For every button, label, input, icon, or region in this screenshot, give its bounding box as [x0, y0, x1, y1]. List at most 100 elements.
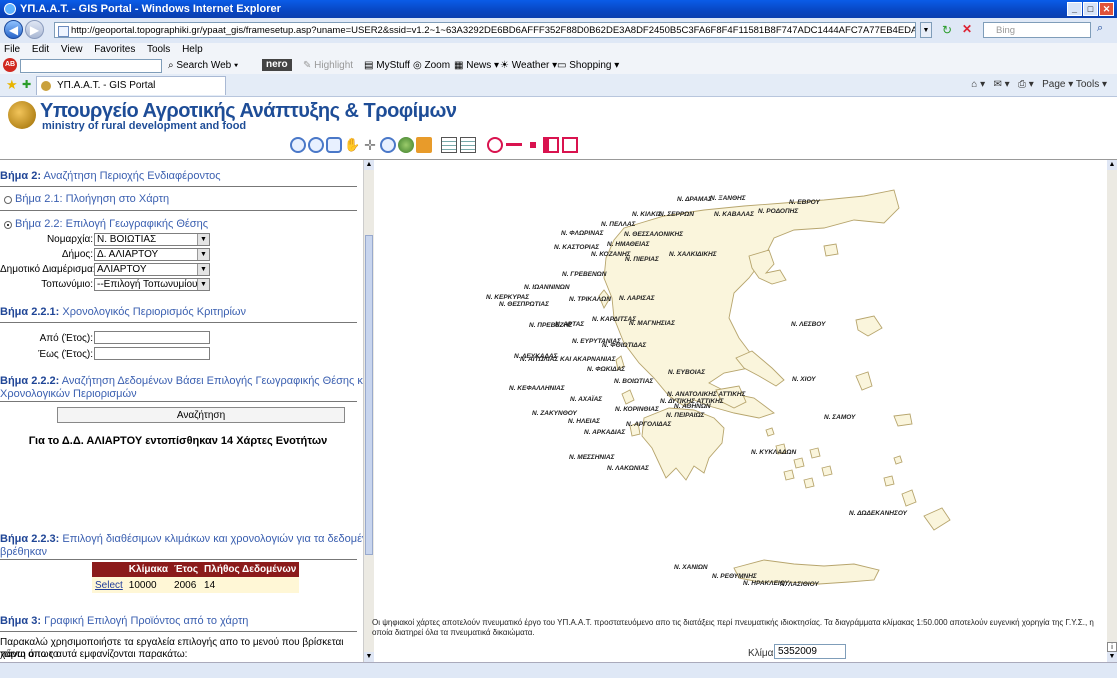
- toolbar-search-input[interactable]: [20, 59, 162, 73]
- shopping-button[interactable]: ▭ Shopping ▾: [557, 60, 619, 71]
- browser-toolbar: AB ⌕ Search Web ▾ nero ✎ Highlight ▤ MyS…: [0, 57, 1117, 75]
- map-label: Ν. ΛΑΣΙΘΙΟΥ: [780, 581, 819, 588]
- menu-help[interactable]: Help: [182, 44, 203, 55]
- search-web-button[interactable]: ⌕ Search Web ▾: [168, 60, 238, 71]
- from-year-input[interactable]: [94, 331, 210, 344]
- scroll-down-icon[interactable]: ▼: [1107, 652, 1117, 662]
- window-titlebar: ΥΠ.Α.Α.Τ. - GIS Portal - Windows Interne…: [0, 0, 1117, 18]
- nomarchia-select[interactable]: Ν. ΒΟΙΩΤΙΑΣ ▼: [94, 233, 210, 246]
- select-link[interactable]: Select: [95, 580, 123, 591]
- menu-bar: File Edit View Favorites Tools Help: [0, 43, 1117, 57]
- scroll-down-icon[interactable]: ▼: [364, 652, 374, 662]
- map-label: Ν. ΕΒΡΟΥ: [789, 199, 820, 206]
- layers-icon[interactable]: [441, 137, 457, 153]
- divider: [0, 186, 357, 187]
- map-label: Ν. ΓΡΕΒΕΝΩΝ: [562, 271, 607, 278]
- step22-label[interactable]: Βήμα 2.2: Επιλογή Γεωγραφικής Θέσης: [15, 218, 208, 230]
- search-input[interactable]: Bing: [983, 22, 1091, 38]
- step221-heading: Βήμα 2.2.1: Χρονολογικός Περιορισμός Κρι…: [0, 306, 247, 318]
- minimize-button[interactable]: _: [1067, 2, 1082, 16]
- pan-hand-icon[interactable]: ✋: [344, 137, 360, 153]
- weather-button[interactable]: ☀ Weather ▾: [500, 60, 557, 71]
- scroll-up-icon[interactable]: ▲: [364, 160, 374, 170]
- forward-button[interactable]: ▶: [25, 20, 44, 39]
- zoom-button[interactable]: ◎ Zoom: [413, 60, 450, 71]
- select-point-icon[interactable]: [525, 137, 541, 153]
- step21-radio[interactable]: [4, 196, 12, 204]
- info-icon[interactable]: i: [1107, 642, 1117, 652]
- map-label: Ν. ΗΜΑΘΕΙΑΣ: [607, 241, 650, 248]
- dd-select[interactable]: ΑΛΙΑΡΤΟΥ ▼: [94, 263, 210, 276]
- menu-tools[interactable]: Tools: [147, 44, 170, 55]
- zoom-box-icon[interactable]: [326, 137, 342, 153]
- divider: [0, 401, 357, 402]
- stop-icon[interactable]: ✕: [962, 22, 972, 36]
- tab-gis-portal[interactable]: ΥΠ.Α.Α.Τ. - GIS Portal: [36, 76, 226, 95]
- refresh-icon[interactable]: ↻: [942, 23, 952, 37]
- scroll-thumb[interactable]: [365, 235, 373, 555]
- nero-button[interactable]: nero: [262, 59, 292, 71]
- search-icon[interactable]: ⌕: [1097, 22, 1103, 35]
- step223-heading-line2: βρέθηκαν: [0, 546, 47, 558]
- to-year-input[interactable]: [94, 347, 210, 360]
- map-label: Ν. ΚΕΡΚΥΡΑΣ: [486, 294, 530, 301]
- maximize-button[interactable]: □: [1083, 2, 1098, 16]
- close-button[interactable]: ✕: [1099, 2, 1114, 16]
- command-bar[interactable]: ⌂ ▾ ✉ ▾ ⎙ ▾ Page ▾ Tools ▾: [971, 79, 1107, 90]
- zoom-previous-icon[interactable]: [380, 137, 396, 153]
- menu-file[interactable]: File: [4, 44, 20, 55]
- copyright-notice: Οι ψηφιακοί χάρτες αποτελούν πνευματικό …: [372, 618, 1094, 637]
- map-label: Ν. ΔΡΑΜΑΣ: [677, 196, 712, 203]
- map-label: Ν. ΒΟΙΩΤΙΑΣ: [614, 378, 654, 385]
- toponymio-select[interactable]: --Επιλογή Τοπωνυμίου-- ▼: [94, 278, 210, 291]
- menu-favorites[interactable]: Favorites: [94, 44, 135, 55]
- map-label: Ν. ΠΕΛΛΑΣ: [601, 221, 636, 228]
- map-label: Ν. ΚΙΛΚΙΣ: [632, 211, 662, 218]
- left-panel-scrollbar[interactable]: ▲ ▼: [363, 160, 374, 662]
- map-label: Ν. ΑΧΑΪΑΣ: [570, 396, 603, 403]
- dimos-select[interactable]: Δ. ΑΛΙΑΡΤΟΥ ▼: [94, 248, 210, 261]
- refresh-map-icon[interactable]: [416, 137, 432, 153]
- highlight-button[interactable]: ✎ Highlight: [303, 60, 353, 71]
- toolbar-logo-icon: AB: [3, 58, 17, 72]
- map-label: Ν. ΚΑΣΤΟΡΙΑΣ: [554, 244, 600, 251]
- select-circle-icon[interactable]: [487, 137, 503, 153]
- divider: [0, 210, 357, 211]
- news-button[interactable]: ▦ News ▾: [454, 60, 499, 71]
- scroll-up-icon[interactable]: ▲: [1107, 160, 1117, 170]
- table-header-row: Κλίμακα Έτος Πλήθος Δεδομένων: [92, 562, 300, 577]
- map-label: Ν. ΧΑΝΙΩΝ: [674, 564, 708, 571]
- map-label: Ν. ΦΛΩΡΙΝΑΣ: [561, 230, 604, 237]
- step21-label[interactable]: Βήμα 2.1: Πλοήγηση στο Χάρτη: [15, 193, 169, 205]
- address-input[interactable]: http://geoportal.topographiki.gr/ypaat_g…: [54, 22, 916, 38]
- map-label: Ν. ΦΘΙΩΤΙΔΑΣ: [602, 342, 647, 349]
- select-line-icon[interactable]: [506, 137, 522, 153]
- scale-input[interactable]: 5352009: [774, 644, 846, 659]
- select-rectangle-icon[interactable]: [562, 137, 578, 153]
- menu-view[interactable]: View: [61, 44, 83, 55]
- address-dropdown-icon[interactable]: ▼: [920, 22, 932, 38]
- select-polygon-icon[interactable]: [543, 137, 559, 153]
- add-favorite-icon[interactable]: ✚: [22, 78, 31, 91]
- zoom-in-icon[interactable]: [290, 137, 306, 153]
- table-row: Select 10000 2006 14: [92, 577, 300, 593]
- chevron-down-icon: ▼: [197, 234, 209, 245]
- mystuff-button[interactable]: ▤ MyStuff: [364, 60, 410, 71]
- greece-map[interactable]: [454, 168, 1014, 598]
- page-scrollbar[interactable]: ▲ i ▼: [1107, 160, 1117, 662]
- zoom-out-icon[interactable]: [308, 137, 324, 153]
- step22-radio[interactable]: [4, 221, 12, 229]
- full-extent-icon[interactable]: [398, 137, 414, 153]
- col-year: Έτος: [171, 562, 202, 577]
- favorites-star-icon[interactable]: ★: [6, 77, 18, 93]
- map-label: Ν. ΛΕΣΒΟΥ: [791, 321, 826, 328]
- back-button[interactable]: ◀: [4, 20, 23, 39]
- legend-icon[interactable]: [460, 137, 476, 153]
- toponymio-label: Τοπωνύμιο:: [41, 279, 93, 290]
- menu-edit[interactable]: Edit: [32, 44, 49, 55]
- search-button[interactable]: Αναζήτηση: [57, 407, 345, 423]
- map-label: Ν. ΛΑΡΙΣΑΣ: [619, 295, 655, 302]
- map-view[interactable]: Ν. ΔΡΑΜΑΣ Ν. ΞΑΝΘΗΣ Ν. ΕΒΡΟΥ Ν. ΡΟΔΟΠΗΣ …: [372, 160, 1107, 662]
- center-crosshair-icon[interactable]: ✛: [362, 137, 378, 153]
- step222-heading-line2: Χρονολογικών Περιορισμών: [0, 388, 137, 400]
